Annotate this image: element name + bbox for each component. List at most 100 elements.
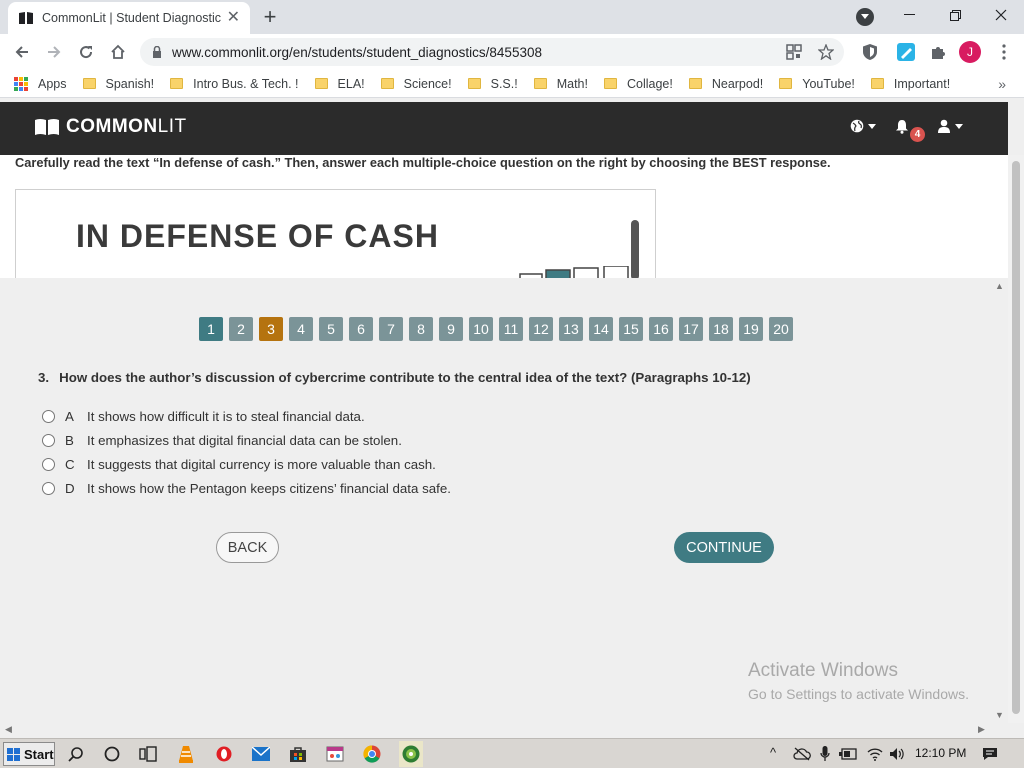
continue-button[interactable]: CONTINUE [674,532,774,563]
volume-icon[interactable] [887,744,907,764]
back-button[interactable]: BACK [216,532,279,563]
answer-option-c[interactable]: C It suggests that digital currency is m… [42,452,451,476]
question-number-button[interactable]: 7 [379,317,403,341]
question-number-button[interactable]: 8 [409,317,433,341]
bookmark-apps[interactable]: Apps [14,76,67,91]
opera-icon[interactable] [214,744,234,764]
scroll-down-icon[interactable]: ▼ [995,710,1004,720]
question-number-button[interactable]: 4 [289,317,313,341]
question-number-button[interactable]: 16 [649,317,673,341]
new-tab-button[interactable]: + [258,4,282,29]
pen-extension-icon[interactable] [896,42,916,62]
question-pane: 1 2 3 4 5 6 7 8 9 10 11 12 13 14 15 16 1… [0,278,992,725]
address-bar[interactable]: www.commonlit.org/en/students/student_di… [140,38,844,66]
microphone-icon[interactable] [815,744,835,764]
question-number-button[interactable]: 15 [619,317,643,341]
radio-button[interactable] [42,481,55,495]
answer-option-b[interactable]: B It emphasizes that digital financial d… [42,428,451,452]
start-button[interactable]: Start [3,742,55,766]
question-pane-scrollbar[interactable]: ▲ ▼ [992,278,1008,725]
active-app-icon[interactable] [399,741,423,767]
question-number-button[interactable]: 6 [349,317,373,341]
horizontal-scrollbar[interactable]: ◀ ▶ [0,723,1008,738]
radio-button[interactable] [42,433,55,447]
close-tab-icon[interactable]: ✕ [227,10,240,26]
bookmark-folder[interactable]: Math! [533,77,588,91]
reading-pane: Carefully read the text “In defense of c… [0,155,1008,281]
scroll-up-icon[interactable]: ▲ [995,281,1004,291]
page-scrollbar[interactable] [1008,155,1024,723]
article-scrollbar[interactable] [631,220,639,280]
bookmark-folder[interactable]: S.S.! [467,77,518,91]
bookmark-folder[interactable]: Intro Bus. & Tech. ! [170,77,299,91]
chevron-up-icon[interactable]: ^ [770,745,776,760]
task-view-icon[interactable] [138,744,158,764]
double-chevron-right-icon[interactable]: » [998,76,1006,92]
language-menu[interactable] [850,119,876,133]
scroll-left-icon[interactable]: ◀ [5,724,12,735]
wifi-icon[interactable] [865,744,885,764]
folder-icon [467,78,481,89]
battery-icon[interactable] [838,744,858,764]
question-number-button[interactable]: 3 [259,317,283,341]
restore-button[interactable] [932,0,978,30]
radio-button[interactable] [42,457,55,471]
question-number-button[interactable]: 14 [589,317,613,341]
question-number-button[interactable]: 13 [559,317,583,341]
radio-button[interactable] [42,409,55,423]
article-frame[interactable]: IN DEFENSE OF CASH [15,189,656,281]
answer-option-a[interactable]: A It shows how difficult it is to steal … [42,404,451,428]
cortana-icon[interactable] [102,744,122,764]
caret-down-icon [868,123,876,129]
mail-icon[interactable] [251,744,271,764]
bookmark-folder[interactable]: Science! [380,77,452,91]
question-number-button[interactable]: 11 [499,317,523,341]
search-icon[interactable] [66,744,86,764]
profile-avatar[interactable]: J [959,41,981,63]
question-number-button[interactable]: 20 [769,317,793,341]
forward-nav-button[interactable] [42,40,66,64]
question-number-button[interactable]: 18 [709,317,733,341]
notifications-button[interactable] [895,119,909,134]
bookmark-folder[interactable]: Important! [870,77,950,91]
answer-option-d[interactable]: D It shows how the Pentagon keeps citize… [42,476,451,500]
bookmark-folder[interactable]: Collage! [603,77,673,91]
page-scrollbar-thumb[interactable] [1012,161,1020,714]
question-number-button[interactable]: 2 [229,317,253,341]
bookmark-folder[interactable]: Spanish! [82,76,155,91]
minimize-button[interactable] [886,0,932,30]
chrome-icon[interactable] [362,744,382,764]
answer-options: A It shows how difficult it is to steal … [42,404,451,500]
paint-icon[interactable] [325,744,345,764]
more-menu-icon[interactable] [994,42,1014,62]
question-number-button[interactable]: 17 [679,317,703,341]
browser-tab[interactable]: CommonLit | Student Diagnostic ✕ [8,2,250,34]
commonlit-logo[interactable]: COMMON LIT [34,116,187,138]
question-number-button[interactable]: 10 [469,317,493,341]
scroll-right-icon[interactable]: ▶ [978,724,985,735]
user-menu[interactable] [938,119,963,133]
reload-button[interactable] [74,40,98,64]
bookmark-folder[interactable]: YouTube! [779,77,855,91]
question-number-button[interactable]: 19 [739,317,763,341]
question-number-button[interactable]: 9 [439,317,463,341]
action-center-icon[interactable] [980,744,1000,764]
vlc-icon[interactable] [176,744,196,764]
bookmark-folder[interactable]: ELA! [314,77,365,91]
puzzle-extensions-icon[interactable] [928,42,948,62]
question-number-button[interactable]: 12 [529,317,553,341]
close-window-button[interactable] [978,0,1024,30]
question-number-button[interactable]: 5 [319,317,343,341]
bookmark-star-icon[interactable] [818,44,834,60]
cloud-offline-icon[interactable] [792,744,812,764]
home-button[interactable] [106,40,130,64]
question-number-button[interactable]: 1 [199,317,223,341]
bookmark-label: Spanish! [105,76,155,91]
qr-code-icon[interactable] [786,44,802,60]
store-icon[interactable] [288,744,308,764]
bookmark-label: YouTube! [802,76,855,91]
tab-search-button[interactable] [856,8,874,26]
bookmark-folder[interactable]: Nearpod! [688,77,763,91]
shield-extension-icon[interactable] [860,42,880,62]
back-nav-button[interactable] [10,40,34,64]
